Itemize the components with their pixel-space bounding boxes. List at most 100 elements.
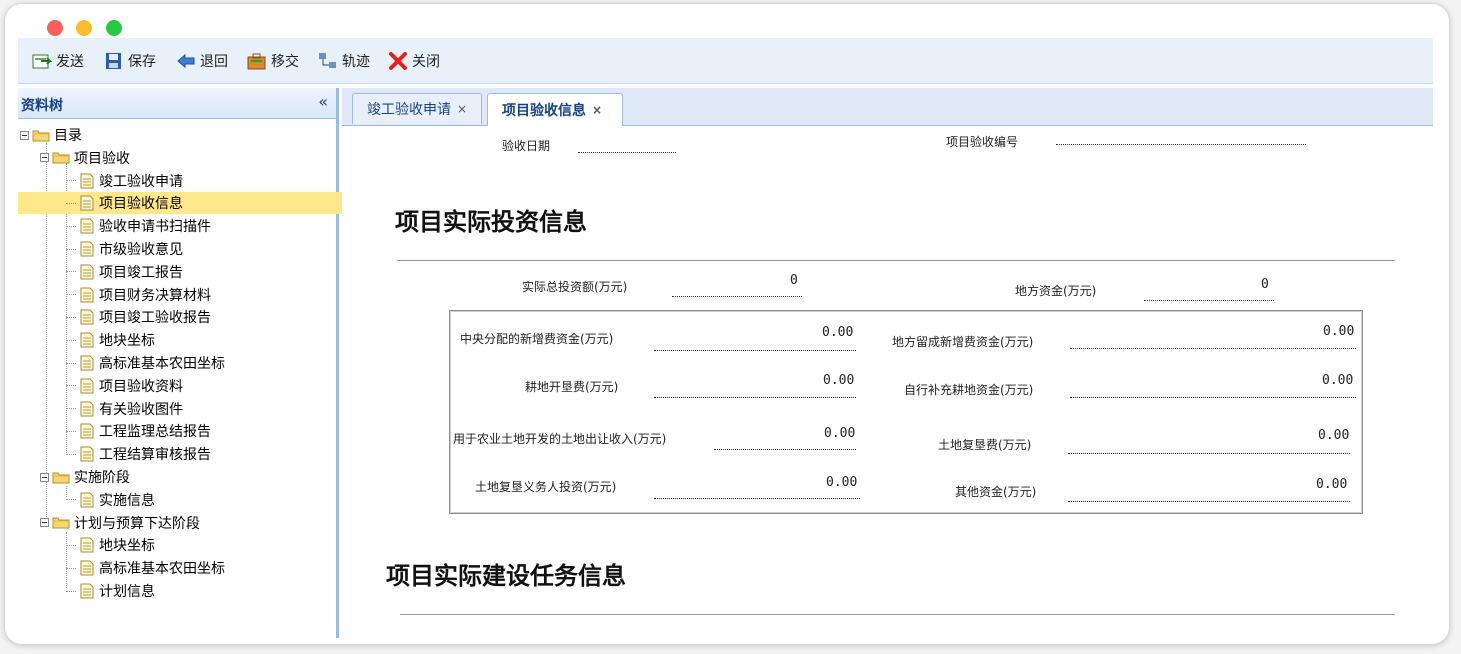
self-supplement-field[interactable]: 0.00	[1322, 373, 1353, 388]
tree-node-label: 地块坐标	[99, 538, 155, 555]
collapse-toggle-icon[interactable]	[20, 130, 29, 140]
resource-tree-title: 资料树	[21, 98, 63, 114]
tree-node-label: 项目财务决算材料	[99, 287, 211, 304]
tree-item[interactable]: 项目竣工报告	[18, 261, 384, 283]
tree-root-catalog[interactable]: 目录	[18, 124, 338, 146]
tree-item[interactable]: 高标准基本农田坐标	[18, 557, 384, 579]
restoration-fee-field[interactable]: 0.00	[1318, 428, 1349, 443]
document-icon	[80, 241, 94, 257]
tree-item[interactable]: 工程监理总结报告	[18, 420, 384, 442]
reclamation-fee-label: 耕地开垦费(万元)	[525, 380, 619, 394]
folder-open-icon	[52, 516, 70, 529]
section-divider	[400, 614, 1395, 615]
acceptance-date-underline	[578, 152, 676, 153]
tree-node-label: 市级验收意见	[99, 242, 183, 258]
document-icon	[80, 446, 94, 462]
tree-connector	[66, 544, 76, 546]
section-divider	[397, 260, 1395, 261]
collapse-toggle-icon[interactable]	[40, 518, 49, 528]
restoration-obligor-underline	[654, 498, 860, 499]
document-icon	[80, 195, 94, 211]
reclamation-fee-field[interactable]: 0.00	[823, 373, 854, 388]
tree-connector	[66, 180, 76, 182]
tree-item[interactable]: 验收申请书扫描件	[18, 215, 384, 237]
restoration-obligor-label: 土地复垦义务人投资(万元)	[475, 480, 617, 494]
local-new-fee-field[interactable]: 0.00	[1323, 324, 1354, 339]
tree-node-label: 计划信息	[99, 584, 155, 600]
main-content: 竣工验收申请 × 项目验收信息 × 验收日期 项目验收编号 项目实际投资信息 实…	[342, 88, 1433, 638]
tree-node-label: 项目竣工验收报告	[99, 310, 211, 327]
close-button[interactable]: 关闭	[388, 50, 440, 72]
tab-completion-application[interactable]: 竣工验收申请 ×	[352, 93, 482, 124]
document-icon	[80, 537, 94, 553]
tab-close-icon[interactable]: ×	[592, 103, 602, 117]
collapse-toggle-icon[interactable]	[40, 153, 49, 163]
tree-item[interactable]: 地块坐标	[18, 329, 384, 351]
tree-group-2[interactable]: 计划与预算下达阶段	[18, 512, 358, 534]
tab-label: 竣工验收申请	[367, 102, 451, 118]
track-button[interactable]: 轨迹	[318, 50, 370, 72]
document-icon	[80, 173, 94, 189]
tree-item[interactable]: 有关验收图件	[18, 398, 384, 420]
land-transfer-income-field[interactable]: 0.00	[824, 426, 855, 441]
send-button[interactable]: 发送	[32, 50, 84, 72]
central-new-fee-field[interactable]: 0.00	[822, 325, 853, 340]
central-new-fee-underline	[654, 350, 856, 351]
save-button[interactable]: 保存	[104, 50, 156, 72]
tree-item[interactable]: 地块坐标	[18, 534, 384, 556]
local-new-fee-label: 地方留成新增费资金(万元)	[892, 335, 1034, 349]
tree-connector	[66, 362, 76, 364]
restoration-fee-underline	[1068, 453, 1350, 454]
tree-item[interactable]: 项目验收资料	[18, 375, 384, 397]
tree-group-1[interactable]: 实施阶段	[18, 466, 358, 488]
total-investment-field[interactable]: 0	[790, 273, 798, 288]
tree-connector	[66, 430, 76, 432]
total-investment-label: 实际总投资额(万元)	[522, 280, 628, 294]
tree-item[interactable]: 市级验收意见	[18, 238, 384, 260]
tree-node-label: 验收申请书扫描件	[99, 219, 211, 236]
return-button[interactable]: 退回	[176, 50, 228, 72]
land-transfer-income-label: 用于农业土地开发的土地出让收入(万元)	[453, 432, 667, 446]
tree-connector	[66, 316, 76, 318]
tree-item[interactable]: 工程结算审核报告	[18, 443, 384, 465]
close-icon	[388, 52, 408, 70]
tree-item[interactable]: 项目财务决算材料	[18, 284, 384, 306]
tree-node-label: 工程结算审核报告	[99, 447, 211, 464]
tree-connector	[66, 271, 76, 273]
tree-item[interactable]: 竣工验收申请	[18, 170, 384, 192]
tree-item[interactable]: 项目竣工验收报告	[18, 306, 384, 328]
tree-item[interactable]: 高标准基本农田坐标	[18, 352, 384, 374]
restoration-obligor-field[interactable]: 0.00	[826, 475, 857, 490]
land-transfer-income-underline	[714, 449, 856, 450]
collapse-toggle-icon[interactable]	[40, 472, 49, 482]
other-fund-field[interactable]: 0.00	[1316, 477, 1347, 492]
collapse-panel-button[interactable]: «	[318, 92, 328, 111]
local-fund-field[interactable]: 0	[1261, 277, 1269, 292]
tree-group-0[interactable]: 项目验收	[18, 147, 358, 169]
tree-item[interactable]: 项目验收信息	[18, 192, 384, 215]
self-supplement-label: 自行补充耕地资金(万元)	[904, 383, 1034, 397]
transfer-label: 移交	[271, 54, 299, 70]
send-icon	[32, 52, 53, 70]
folder-open-icon	[52, 471, 70, 484]
resource-tree-header: 资料树 «	[18, 88, 336, 119]
document-icon	[80, 378, 94, 394]
tab-close-icon[interactable]: ×	[457, 102, 467, 116]
back-arrow-icon	[176, 52, 196, 70]
track-icon	[318, 52, 338, 70]
transfer-button[interactable]: 移交	[247, 50, 299, 72]
tree-item[interactable]: 计划信息	[18, 580, 384, 602]
local-fund-underline	[1144, 300, 1274, 301]
tree-connector	[66, 202, 76, 204]
tree-item[interactable]: 实施信息	[18, 489, 384, 511]
maximize-window-button[interactable]	[106, 20, 122, 36]
tree-node-label: 项目竣工报告	[99, 264, 183, 281]
tree-node-label: 高标准基本农田坐标	[99, 356, 225, 372]
close-label: 关闭	[412, 54, 440, 70]
close-window-button[interactable]	[47, 20, 63, 36]
tree-node-label: 目录	[54, 128, 82, 144]
minimize-window-button[interactable]	[76, 20, 92, 36]
tab-acceptance-info[interactable]: 项目验收信息 ×	[487, 93, 623, 126]
tree-connector	[66, 339, 76, 341]
acceptance-number-underline	[1056, 144, 1306, 145]
